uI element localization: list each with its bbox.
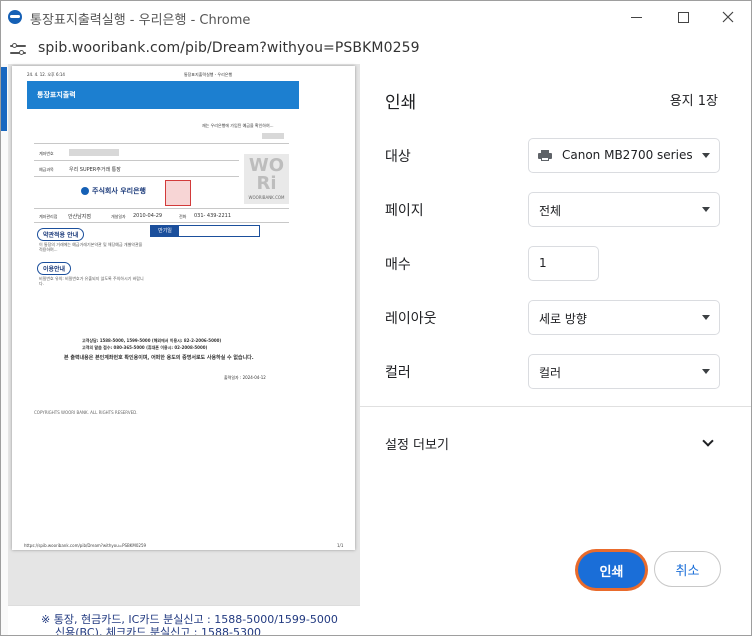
- more-settings-toggle[interactable]: 설정 더보기: [385, 434, 449, 453]
- close-icon: [722, 11, 734, 23]
- print-button[interactable]: 인쇄: [578, 552, 645, 588]
- preview-divider: [34, 176, 239, 177]
- footer-url: https://spib.wooribank.com/pib/Dream?wit…: [24, 543, 147, 548]
- site-info-icon[interactable]: [10, 42, 26, 56]
- background-page-footer: ※ 통장, 현금카드, IC카드 분실신고 : 1588-5000/1599-5…: [8, 605, 360, 636]
- page-left-edge: [1, 64, 8, 635]
- dropdown-arrow-icon: [702, 153, 710, 158]
- color-value: 컬러: [539, 366, 562, 380]
- settings-divider: [360, 406, 751, 407]
- cancel-button[interactable]: 취소: [654, 551, 721, 587]
- preview-banner: 통장표지출력: [27, 81, 299, 109]
- destination-label: 대상: [385, 149, 411, 165]
- minimize-icon: [630, 16, 642, 18]
- color-label: 컬러: [385, 365, 411, 381]
- branch-label: 계좌관리점: [39, 214, 58, 219]
- woori-watermark-logo: WO Ri WOORIBANK.COM: [244, 154, 289, 204]
- woori-bank-logo-icon: [81, 187, 89, 195]
- page-left-accent: [1, 67, 7, 131]
- dropdown-arrow-icon: [702, 207, 710, 212]
- print-panel-title: 인쇄: [385, 93, 417, 113]
- preview-divider: [34, 143, 289, 144]
- copies-value: 1: [539, 256, 547, 270]
- footer-page: 1/1: [337, 543, 344, 548]
- background-line-2: 신용(BC), 체크카드 분실신고 : 1588-5300: [55, 626, 261, 636]
- copyright: COPYRIGHTS WOORI BANK. ALL RIGHTS RESERV…: [34, 410, 138, 415]
- close-button[interactable]: [705, 4, 751, 30]
- deposit-value: 우리 SUPER주거래 통장: [69, 167, 121, 173]
- title-bar: 통장표지출력실행 - 우리은행 - Chrome: [1, 1, 751, 34]
- copies-input[interactable]: 1: [528, 246, 599, 281]
- sheet-count: 용지 1장: [669, 94, 718, 109]
- preview-header-date: 24. 4. 12. 오후 6:14: [27, 72, 65, 77]
- woori-logo-text: WO Ri: [248, 155, 285, 194]
- layout-label: 레이아웃: [385, 311, 437, 327]
- woori-logo-url: WOORIBANK.COM: [248, 195, 285, 200]
- maturity-label: 만기일: [151, 226, 179, 236]
- color-select[interactable]: 컬러: [528, 354, 720, 389]
- open-date-value: 2010-04-29: [133, 213, 163, 219]
- preview-divider: [34, 208, 289, 209]
- destination-value: Canon MB2700 series Pr: [562, 148, 692, 162]
- masked-name: [262, 133, 284, 139]
- notice-bold: 본 출력내용은 본인계좌번호 확인용이며, 어떠한 용도의 증명서로도 사용하실…: [64, 355, 254, 361]
- layout-value: 세로 방향: [539, 312, 587, 326]
- bank-name: 주식회사 우리은행: [92, 187, 146, 195]
- printer-icon: [538, 150, 552, 162]
- browser-window: 통장표지출력실행 - 우리은행 - Chrome spib.wooribank.…: [0, 0, 752, 636]
- open-date-label: 개설일자: [111, 214, 126, 219]
- copies-label: 매수: [385, 257, 411, 273]
- print-date: 출력일자 : 2024-04-12: [224, 375, 266, 380]
- preview-notice-line: 재는 우리은행에 가입된 예금을 확인하여...: [202, 123, 274, 128]
- preview-banner-title: 통장표지출력: [37, 91, 76, 99]
- pages-value: 전체: [539, 204, 562, 218]
- deposit-label: 예금과목: [39, 167, 54, 172]
- contact-line-1: 고객상담: 1588-5000, 1599-5000 (해외에서 이용시: 82…: [82, 338, 222, 343]
- preview-header-title: 통장표지출력실행 - 우리은행: [184, 72, 233, 77]
- dropdown-arrow-icon: [702, 369, 710, 374]
- preview-divider: [34, 160, 239, 161]
- dropdown-arrow-icon: [702, 315, 710, 320]
- window-title: 통장표지출력실행 - 우리은행 - Chrome: [30, 13, 251, 28]
- preview-sheet: 24. 4. 12. 오후 6:14 통장표지출력실행 - 우리은행 통장표지출…: [12, 66, 355, 550]
- minimize-button[interactable]: [613, 4, 659, 30]
- pages-select[interactable]: 전체: [528, 192, 720, 227]
- print-preview-area[interactable]: 24. 4. 12. 오후 6:14 통장표지출력실행 - 우리은행 통장표지출…: [8, 64, 360, 605]
- maximize-icon: [677, 11, 689, 23]
- address-bar: spib.wooribank.com/pib/Dream?withyou=PSB…: [1, 34, 751, 64]
- print-settings-panel: 인쇄 용지 1장 대상 Canon MB2700 series Pr 페이지 전…: [360, 64, 751, 635]
- terms-section-tag: 약관적용 안내: [37, 228, 85, 241]
- destination-select[interactable]: Canon MB2700 series Pr: [528, 138, 720, 173]
- account-number-label: 계좌번호: [39, 151, 54, 156]
- masked-account-number: [69, 149, 119, 156]
- preview-divider: [34, 222, 289, 223]
- phone-label: 전화: [179, 214, 187, 219]
- url-text[interactable]: spib.wooribank.com/pib/Dream?withyou=PSB…: [38, 40, 420, 56]
- branch-value: 안산남지점: [68, 214, 92, 220]
- maximize-button[interactable]: [660, 4, 706, 30]
- usage-section-text: 비밀번호 유의: 비밀번호가 유출되지 않도록 주의하시기 바랍니다.: [39, 276, 144, 286]
- layout-select[interactable]: 세로 방향: [528, 300, 720, 335]
- maturity-box: 만기일: [150, 225, 260, 237]
- usage-section-tag: 이용안내: [37, 262, 72, 275]
- woori-bank-favicon-icon: [8, 10, 22, 24]
- phone-value: 031- 439-2211: [194, 213, 232, 219]
- chevron-down-icon[interactable]: [702, 435, 714, 447]
- bank-seal-stamp: [165, 180, 191, 206]
- pages-label: 페이지: [385, 203, 424, 219]
- terms-section-text: 이 통장의 거래에는 예금거래기본약관 및 해당예금 개별약관을 적용하며...: [39, 242, 143, 252]
- contact-line-2: 고객의 말씀 접수: 080-365-5000 (휴대폰 이용시: 02-200…: [82, 345, 208, 350]
